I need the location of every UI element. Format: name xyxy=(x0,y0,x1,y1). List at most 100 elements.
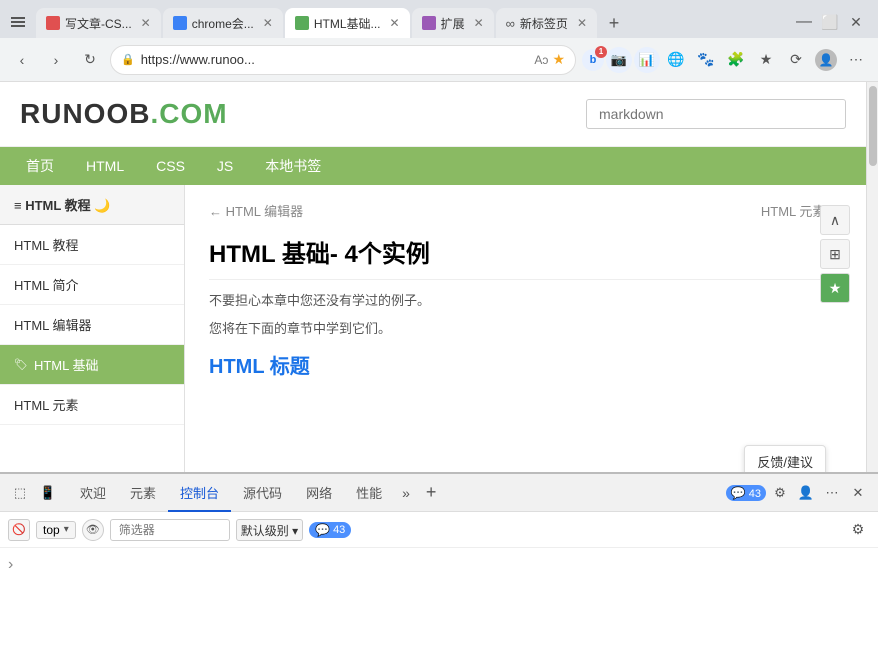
console-toolbar: 🚫 top ▾ 👁 默认级别 ▾ 💬 43 ⚙ xyxy=(0,512,878,548)
nav-bookmarks[interactable]: 本地书签 xyxy=(249,147,337,185)
devtools-panel: ⬚ 📱 欢迎 元素 控制台 源代码 网络 性能 » + 💬 43 ⚙ 👤 ⋯ ✕ xyxy=(0,472,878,662)
settings-button[interactable]: ⋯ xyxy=(842,46,870,74)
tab-bar: 写文章-CS... ✕ chrome会... ✕ HTML基础... ✕ 扩展 … xyxy=(0,0,878,38)
console-clear-button[interactable]: 🚫 xyxy=(8,519,30,541)
floating-feedback-panel[interactable]: 反馈/建议 xyxy=(744,445,826,472)
translate-icon[interactable]: 🌐 xyxy=(662,46,690,74)
devtools-tab-add[interactable]: + xyxy=(418,482,445,503)
console-caret[interactable] xyxy=(8,552,870,578)
tab-close-chrome[interactable]: ✕ xyxy=(263,17,273,29)
devtools-left-icons: ⬚ 📱 xyxy=(8,481,60,505)
collapse-button[interactable]: ∧ xyxy=(820,205,850,235)
tab-icon-chrome xyxy=(173,16,187,30)
devtools-tab-sources[interactable]: 源代码 xyxy=(231,474,294,512)
ext-icon-puzzle[interactable]: 🧩 xyxy=(722,46,750,74)
console-eye-icon[interactable]: 👁 xyxy=(82,519,104,541)
console-filter-input[interactable] xyxy=(110,519,230,541)
devtools-tab-console[interactable]: 控制台 xyxy=(168,474,231,512)
article-nav: ← HTML 编辑器 HTML 元素 → xyxy=(209,201,842,220)
site-article: ← HTML 编辑器 HTML 元素 → HTML 基础- 4个实例 不要担心本… xyxy=(185,185,866,472)
devtools-tab-performance[interactable]: 性能 xyxy=(344,474,394,512)
nav-html[interactable]: HTML xyxy=(70,147,140,185)
nav-js[interactable]: JS xyxy=(201,147,249,185)
sidebar-item-intro[interactable]: HTML 简介 xyxy=(0,265,184,305)
side-buttons: ∧ ⊞ ★ xyxy=(820,205,850,303)
sidebar-toggle[interactable] xyxy=(8,12,28,32)
reload-button[interactable]: ↻ xyxy=(76,46,104,74)
back-button[interactable]: ‹ xyxy=(8,46,36,74)
site-sidebar: ≡ HTML 教程 🌙 HTML 教程 HTML 简介 HTML 编辑器 HTM… xyxy=(0,185,185,472)
star-button[interactable]: ★ xyxy=(820,273,850,303)
favorites-icon[interactable]: ★ xyxy=(552,51,565,68)
browser-content: RUNOOB.COM 首页 HTML CSS JS 本地书签 ≡ HTML 教程… xyxy=(0,82,878,472)
ext-icon-3[interactable]: 📊 xyxy=(634,47,660,73)
address-icons: Aↄ ★ xyxy=(534,51,565,68)
tab-label-newtab: 新标签页 xyxy=(520,15,568,32)
tab-close-html[interactable]: ✕ xyxy=(390,17,400,29)
site-header: RUNOOB.COM xyxy=(0,82,866,147)
scrollbar-thumb[interactable] xyxy=(869,86,877,166)
close-button[interactable]: ✕ xyxy=(846,12,866,32)
devtools-tab-welcome[interactable]: 欢迎 xyxy=(68,474,118,512)
devtools-more-icon[interactable]: ⋯ xyxy=(820,481,844,505)
devtools-inspect-button[interactable]: ⬚ xyxy=(8,481,32,505)
restore-button[interactable]: ⬜ xyxy=(820,12,840,32)
sidebar-item-elements[interactable]: HTML 元素 xyxy=(0,385,184,425)
devtools-tab-bar: ⬚ 📱 欢迎 元素 控制台 源代码 网络 性能 » + 💬 43 ⚙ 👤 ⋯ ✕ xyxy=(0,474,878,512)
console-settings-icon[interactable]: ⚙ xyxy=(846,518,870,542)
tab-chrome[interactable]: chrome会... ✕ xyxy=(163,8,283,38)
new-tab-button[interactable]: + xyxy=(599,8,629,38)
forward-button[interactable]: › xyxy=(42,46,70,74)
sidebar-item-tutorial[interactable]: HTML 教程 xyxy=(0,225,184,265)
devtools-settings-icon[interactable]: ⚙ xyxy=(768,481,792,505)
scrollbar[interactable] xyxy=(866,82,878,472)
address-bar[interactable]: 🔒 https://www.runoo... Aↄ ★ xyxy=(110,45,576,75)
minimize-button[interactable]: — xyxy=(794,12,814,32)
nav-css[interactable]: CSS xyxy=(140,147,201,185)
devtools-right-icons: 💬 43 ⚙ 👤 ⋯ ✕ xyxy=(722,481,870,505)
devtools-device-button[interactable]: 📱 xyxy=(36,481,60,505)
tab-close-writearticle[interactable]: ✕ xyxy=(141,17,151,29)
devtools-screencast-icon[interactable]: 👤 xyxy=(794,481,818,505)
level-label: 默认级别 xyxy=(241,524,289,538)
devtools-count-text: 43 xyxy=(749,488,761,500)
tab-extensions[interactable]: 扩展 ✕ xyxy=(412,8,494,38)
article-h2: HTML 标题 xyxy=(209,350,842,379)
tab-icon-writearticle xyxy=(46,16,60,30)
favorites-manager-icon[interactable]: ★ xyxy=(752,46,780,74)
console-content xyxy=(0,548,878,662)
tab-close-extensions[interactable]: ✕ xyxy=(474,17,484,29)
devtools-tab-more[interactable]: » xyxy=(394,485,418,501)
ext-badge-1[interactable]: b 1 xyxy=(582,49,604,71)
tab-newtab[interactable]: ∞ 新标签页 ✕ xyxy=(496,8,597,38)
sync-icon[interactable]: ⟳ xyxy=(782,46,810,74)
site-nav: 首页 HTML CSS JS 本地书签 xyxy=(0,147,866,185)
sidebar-item-basics[interactable]: HTML 基础 xyxy=(0,345,184,385)
address-bar-row: ‹ › ↻ 🔒 https://www.runoo... Aↄ ★ b 1 📷 … xyxy=(0,38,878,82)
ext-icon-paw[interactable]: 🐾 xyxy=(692,46,720,74)
qrcode-button[interactable]: ⊞ xyxy=(820,239,850,269)
ext-icon-2[interactable]: 📷 xyxy=(606,47,632,73)
tab-icon-extensions xyxy=(422,16,436,30)
tab-writearticle[interactable]: 写文章-CS... ✕ xyxy=(36,8,161,38)
devtools-tab-network[interactable]: 网络 xyxy=(294,474,344,512)
article-text1: 不要担心本章中您还没有学过的例子。 xyxy=(209,290,842,312)
profile-button[interactable]: 👤 xyxy=(812,46,840,74)
devtools-message-count: 💬 43 xyxy=(726,485,766,501)
tab-close-newtab[interactable]: ✕ xyxy=(577,17,587,29)
logo-dot: . xyxy=(150,98,159,129)
top-selector[interactable]: top ▾ xyxy=(36,521,76,539)
devtools-close-icon[interactable]: ✕ xyxy=(846,481,870,505)
article-separator xyxy=(209,279,842,280)
article-nav-prev[interactable]: ← HTML 编辑器 xyxy=(209,201,303,220)
lock-icon: 🔒 xyxy=(121,53,135,66)
console-level-select[interactable]: 默认级别 ▾ xyxy=(236,519,303,541)
search-input[interactable] xyxy=(586,99,846,129)
sidebar-title: ≡ HTML 教程 🌙 xyxy=(0,185,184,225)
tab-html[interactable]: HTML基础... ✕ xyxy=(285,8,410,38)
read-aloud-icon[interactable]: Aↄ xyxy=(534,53,548,67)
sidebar-item-editor[interactable]: HTML 编辑器 xyxy=(0,305,184,345)
window-buttons: — ⬜ ✕ xyxy=(794,12,874,38)
nav-home[interactable]: 首页 xyxy=(10,147,70,185)
devtools-tab-elements[interactable]: 元素 xyxy=(118,474,168,512)
